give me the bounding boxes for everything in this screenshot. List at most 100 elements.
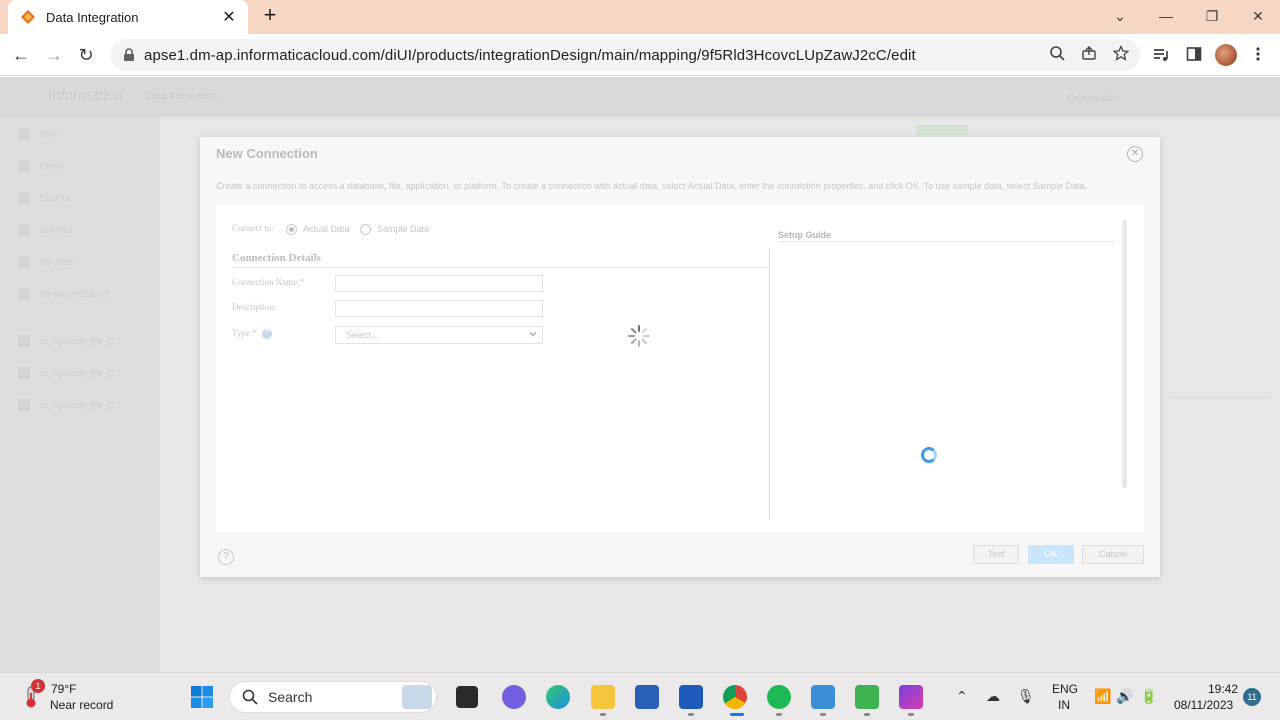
type-select[interactable]: Select... xyxy=(335,326,543,344)
star-icon[interactable] xyxy=(1111,44,1131,65)
language-indicator[interactable]: ENG xyxy=(1052,682,1078,696)
running-indicator xyxy=(600,713,606,716)
connection-name-label: Connection Name:* xyxy=(232,277,305,287)
forward-button[interactable]: → xyxy=(41,42,67,68)
wifi-icon[interactable]: 📶 xyxy=(1094,688,1111,705)
chevron-up-icon[interactable]: ⌃ xyxy=(956,688,968,705)
content-rule xyxy=(1170,397,1270,398)
url-text[interactable]: apse1.dm-ap.informaticacloud.com/diUI/pr… xyxy=(144,47,916,64)
task-view-icon[interactable] xyxy=(456,686,478,708)
actual-data-label[interactable]: Actual Data xyxy=(303,224,350,234)
sidebar-item-home: Home xyxy=(40,161,65,171)
new-connection-dialog: New Connection ✕ Create a connection to … xyxy=(200,137,1160,577)
loading-spinner-icon xyxy=(628,325,650,347)
close-window-button[interactable]: ✕ xyxy=(1238,4,1278,28)
volume-icon[interactable]: 🔊 xyxy=(1116,688,1133,705)
tab-close-icon[interactable]: ✕ xyxy=(220,7,238,27)
clock-date[interactable]: 08/11/2023 xyxy=(1174,698,1233,712)
sample-data-radio[interactable] xyxy=(360,224,371,235)
input-locale-indicator[interactable]: IN xyxy=(1058,698,1070,712)
side-panel-icon[interactable] xyxy=(1184,46,1204,66)
mapping-icon xyxy=(18,335,30,347)
kebab-menu-icon[interactable] xyxy=(1248,46,1268,66)
new-tab-button[interactable]: + xyxy=(258,4,282,28)
app-sidebar: New Home Explore Bundles My Jobs My Impo… xyxy=(0,117,160,672)
app-header: Informatica Data Integration Organizatio… xyxy=(0,77,1280,117)
spotify-icon[interactable] xyxy=(767,685,791,709)
jobs-icon xyxy=(18,256,30,268)
dialog-title: New Connection xyxy=(216,146,318,161)
tab-search-icon[interactable]: ⌄ xyxy=(1100,4,1140,28)
type-select-value: Select... xyxy=(346,330,379,340)
notification-count-badge[interactable]: 11 xyxy=(1243,688,1261,706)
weather-temperature[interactable]: 79°F xyxy=(51,682,76,696)
actual-data-radio[interactable] xyxy=(286,224,297,235)
cloud-sync-icon[interactable]: ☁ xyxy=(986,688,1000,705)
plus-icon xyxy=(18,128,30,140)
reload-button[interactable]: ↻ xyxy=(73,42,99,68)
microsoft-store-icon[interactable] xyxy=(635,685,659,709)
browser-toolbar: ← → ↻ apse1.dm-ap.informaticacloud.com/d… xyxy=(0,34,1280,76)
tab-title: Data Integration xyxy=(46,9,139,25)
ok-button[interactable]: OK xyxy=(1028,545,1074,564)
dialog-body: Connect to: Actual Data Sample Data Conn… xyxy=(216,205,1144,532)
mapping-icon xyxy=(18,399,30,411)
battery-icon[interactable]: 🔋 xyxy=(1140,688,1157,705)
share-icon[interactable] xyxy=(1079,45,1099,65)
test-button[interactable]: Test xyxy=(973,545,1019,564)
maximize-button[interactable]: ❐ xyxy=(1192,4,1232,28)
profile-avatar[interactable] xyxy=(1215,44,1237,66)
lock-icon[interactable] xyxy=(122,48,136,62)
taskbar-search-box[interactable]: Search xyxy=(229,681,437,713)
notepad-icon[interactable] xyxy=(811,685,835,709)
type-label: Type:* xyxy=(232,328,257,338)
media-player-icon[interactable] xyxy=(855,685,879,709)
import-export-icon xyxy=(18,288,30,300)
taskbar-search-placeholder[interactable]: Search xyxy=(268,689,312,705)
cancel-button[interactable]: Cancel xyxy=(1082,545,1144,564)
sidebar-item-mapping: m_dynamic_file_cr... xyxy=(40,400,123,410)
chevron-down-icon xyxy=(529,332,537,337)
app-product-name: Data Integration xyxy=(146,91,218,102)
type-help-icon[interactable]: ? xyxy=(262,329,272,339)
clock-time[interactable]: 19:42 xyxy=(1208,682,1238,696)
teams-chat-icon[interactable] xyxy=(502,685,526,709)
running-indicator xyxy=(820,713,826,716)
connect-to-label: Connect to: xyxy=(232,223,274,233)
browser-tab-data-integration[interactable]: Data Integration ✕ xyxy=(8,0,248,34)
microphone-icon[interactable]: 🎙 xyxy=(1017,688,1035,705)
address-bar[interactable]: apse1.dm-ap.informaticacloud.com/diUI/pr… xyxy=(110,39,1140,71)
sidebar-item-mapping: m_dynamic_file_cr... xyxy=(40,368,123,378)
edge-browser-icon[interactable] xyxy=(546,685,570,709)
clipchamp-icon[interactable] xyxy=(899,685,923,709)
sample-data-label[interactable]: Sample Data xyxy=(377,224,429,234)
running-indicator xyxy=(908,713,914,716)
file-explorer-icon[interactable] xyxy=(591,685,615,709)
help-icon[interactable]: ? xyxy=(218,549,234,565)
media-icon[interactable] xyxy=(1151,46,1171,66)
sidebar-item-new: New xyxy=(40,129,59,139)
status-strip xyxy=(916,125,968,135)
close-icon[interactable]: ✕ xyxy=(1127,146,1143,162)
zoom-icon[interactable] xyxy=(1047,45,1067,65)
app-org-name: Organization xyxy=(1068,93,1120,103)
setup-guide-scrollbar[interactable] xyxy=(1122,220,1127,488)
sidebar-item-my-jobs: My Jobs xyxy=(40,257,74,267)
chrome-icon[interactable] xyxy=(723,685,747,709)
description-input[interactable] xyxy=(335,300,543,317)
running-indicator-active xyxy=(730,713,744,716)
running-indicator xyxy=(776,713,782,716)
back-button[interactable]: ← xyxy=(8,42,34,68)
connection-details-heading: Connection Details xyxy=(232,252,321,264)
sidebar-item-explore: Explore xyxy=(40,193,71,203)
weather-alert-badge: 1 xyxy=(31,679,45,693)
setup-guide-divider xyxy=(778,241,1114,242)
sidebar-item-bundles: Bundles xyxy=(40,225,73,235)
informatica-favicon-icon xyxy=(21,10,35,24)
windows-start-icon[interactable] xyxy=(190,685,214,709)
running-indicator xyxy=(688,713,694,716)
connection-name-input[interactable] xyxy=(335,275,543,292)
word-icon[interactable] xyxy=(679,685,703,709)
weather-description[interactable]: Near record xyxy=(50,698,113,712)
minimize-button[interactable]: — xyxy=(1146,4,1186,28)
